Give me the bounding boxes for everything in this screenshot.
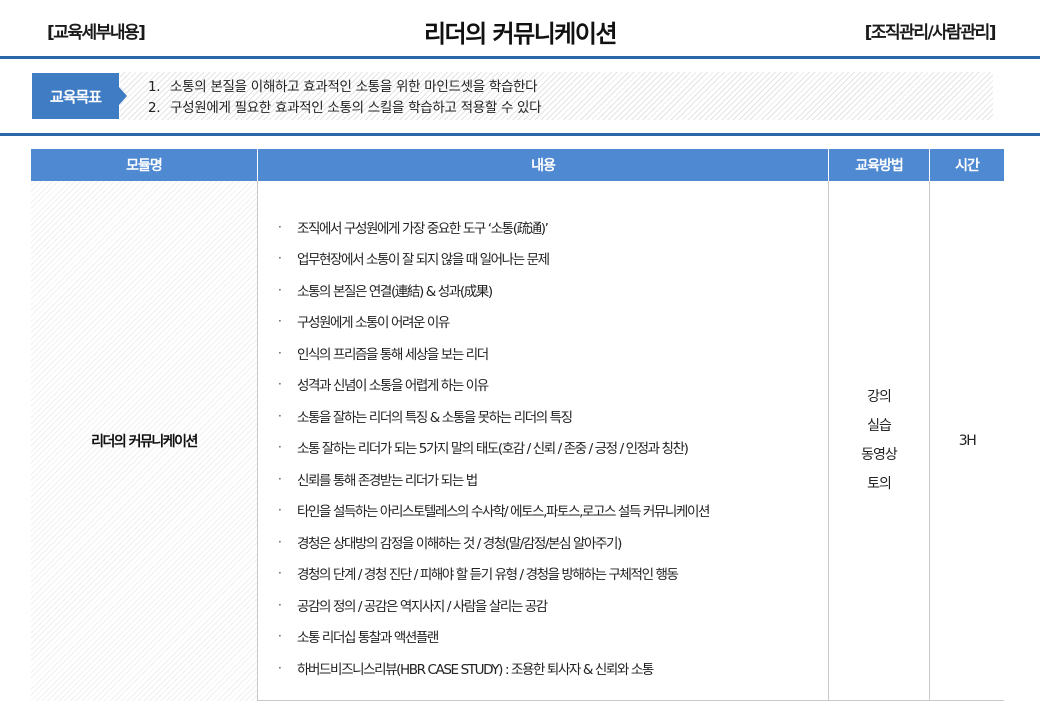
time-cell: 3H xyxy=(929,181,1004,701)
list-item: · 소통을 잘하는 리더의 특징 & 소통을 못하는 리더의 특징 xyxy=(278,400,818,432)
list-item: · 인식의 프리즘을 통해 세상을 보는 리더 xyxy=(278,337,818,369)
content-text: 신뢰를 통해 존경받는 리더가 되는 법 xyxy=(297,472,478,489)
column-header-method: 교육방법 xyxy=(828,149,929,181)
table-row: 리더의 커뮤니케이션 · 조직에서 구성원에게 가장 중요한 도구 ‘소통(疏通)… xyxy=(31,181,1004,701)
content-cell: · 조직에서 구성원에게 가장 중요한 도구 ‘소통(疏通)’ · 업무현장에서 소… xyxy=(257,181,828,701)
content-text: 업무현장에서 소통이 잘 되지 않을 때 일어나는 문제 xyxy=(297,252,550,269)
content-text: 구성원에게 소통이 어려운 이유 xyxy=(297,315,450,332)
content-text: 공감의 정의 / 공감은 역지사지 / 사람을 살리는 공감 xyxy=(297,598,548,615)
list-item: · 경청은 상대방의 감정을 이해하는 것 / 경청(말/감정/본심 알아주기) xyxy=(278,526,818,558)
goal-item-text: 구성원에게 필요한 효과적인 소통의 스킬을 학습하고 적용할 수 있다 xyxy=(170,100,542,116)
bullet-icon: · xyxy=(278,503,282,518)
goal-item-number: 2. xyxy=(148,100,161,116)
method-item: 강의 xyxy=(867,389,892,405)
list-item: · 소통 리더십 통찰과 액션플랜 xyxy=(278,621,818,653)
column-header-module: 모듈명 xyxy=(126,158,163,174)
curriculum-table: 모듈명 내용 교육방법 시간 리더의 커뮤니케이션 · 조직에서 구성원에게 가장… xyxy=(31,149,1004,701)
bullet-icon: · xyxy=(278,219,282,234)
column-header-time: 시간 xyxy=(929,149,1004,181)
bullet-icon: · xyxy=(278,471,282,486)
content-text: 경청은 상대방의 감정을 이해하는 것 / 경청(말/감정/본심 알아주기) xyxy=(297,535,622,552)
module-name-cell: 리더의 커뮤니케이션 xyxy=(31,181,257,701)
goal-list: 1. 소통의 본질을 이해하고 효과적인 소통을 위한 마인드셋을 학습한다 2.… xyxy=(148,77,542,119)
list-item: · 소통의 본질은 연결(連結) & 성과(成果) xyxy=(278,274,818,306)
list-item: · 조직에서 구성원에게 가장 중요한 도구 ‘소통(疏通)’ xyxy=(278,211,818,243)
bullet-icon: · xyxy=(278,377,282,392)
badge-arrow-icon xyxy=(119,87,127,105)
method-item: 실습 xyxy=(867,418,892,434)
bullet-icon: · xyxy=(278,314,282,329)
content-text: 조직에서 구성원에게 가장 중요한 도구 ‘소통(疏通)’ xyxy=(297,220,549,237)
list-item: · 업무현장에서 소통이 잘 되지 않을 때 일어나는 문제 xyxy=(278,243,818,275)
column-header-content: 내용 xyxy=(257,149,828,181)
content-text: 소통 잘하는 리더가 되는 5가지 말의 태도(호감 / 신뢰 / 존중 / 긍… xyxy=(297,441,689,458)
goal-divider xyxy=(0,133,1040,136)
content-text: 소통을 잘하는 리더의 특징 & 소통을 못하는 리더의 특징 xyxy=(297,409,573,426)
goal-item: 1. 소통의 본질을 이해하고 효과적인 소통을 위한 마인드셋을 학습한다 xyxy=(148,77,541,98)
goal-item-text: 소통의 본질을 이해하고 효과적인 소통을 위한 마인드셋을 학습한다 xyxy=(170,79,538,95)
content-text: 성격과 신념이 소통을 어렵게 하는 이유 xyxy=(297,378,489,395)
bullet-icon: · xyxy=(278,660,282,675)
table-header-row: 모듈명 내용 교육방법 시간 xyxy=(31,149,1004,181)
list-item: · 소통 잘하는 리더가 되는 5가지 말의 태도(호감 / 신뢰 / 존중 / … xyxy=(278,432,818,464)
content-text: 소통의 본질은 연결(連結) & 성과(成果) xyxy=(297,283,493,300)
bullet-icon: · xyxy=(278,282,282,297)
goal-section: 교육목표 1. 소통의 본질을 이해하고 효과적인 소통을 위한 마인드셋을 학습… xyxy=(0,59,1040,133)
bullet-icon: · xyxy=(278,566,282,581)
goal-badge: 교육목표 xyxy=(32,73,119,119)
list-item: · 구성원에게 소통이 어려운 이유 xyxy=(278,306,818,338)
content-text: 인식의 프리즘을 통해 세상을 보는 리더 xyxy=(297,346,489,363)
bullet-icon: · xyxy=(278,629,282,644)
content-text: 소통 리더십 통찰과 액션플랜 xyxy=(297,630,439,647)
goal-item-number: 1. xyxy=(148,79,161,95)
list-item: · 신뢰를 통해 존경받는 리더가 되는 법 xyxy=(278,463,818,495)
content-text: 하버드비즈니스리뷰(HBR CASE STUDY) : 조용한 퇴사자 & 신뢰… xyxy=(297,661,654,678)
page-header: [교육세부내용] 리더의 커뮤니케이션 [조직관리/사람관리] xyxy=(0,0,1040,62)
content-text: 경청의 단계 / 경청 진단 / 피해야 할 듣기 유형 / 경청을 방해하는 … xyxy=(297,567,679,584)
list-item: · 성격과 신념이 소통을 어렵게 하는 이유 xyxy=(278,369,818,401)
method-item: 토의 xyxy=(867,476,892,492)
category-tag: [조직관리/사람관리] xyxy=(864,23,997,43)
bullet-icon: · xyxy=(278,597,282,612)
bullet-icon: · xyxy=(278,408,282,423)
list-item: · 하버드비즈니스리뷰(HBR CASE STUDY) : 조용한 퇴사자 & 신… xyxy=(278,652,818,684)
bullet-icon: · xyxy=(278,440,282,455)
goal-item: 2. 구성원에게 필요한 효과적인 소통의 스킬을 학습하고 적용할 수 있다 xyxy=(148,98,542,119)
method-cell: 강의 실습 동영상 토의 xyxy=(828,181,929,701)
bullet-icon: · xyxy=(278,251,282,266)
bullet-icon: · xyxy=(278,345,282,360)
list-item: · 공감의 정의 / 공감은 역지사지 / 사람을 살리는 공감 xyxy=(278,589,818,621)
method-item: 동영상 xyxy=(861,447,898,463)
list-item: · 경청의 단계 / 경청 진단 / 피해야 할 듣기 유형 / 경청을 방해하는… xyxy=(278,558,818,590)
content-text: 타인을 설득하는 아리스토텔레스의 수사학/ 에토스,파토스,로고스 설득 커뮤… xyxy=(297,504,710,521)
list-item: · 타인을 설득하는 아리스토텔레스의 수사학/ 에토스,파토스,로고스 설득 커… xyxy=(278,495,818,527)
content-list: · 조직에서 구성원에게 가장 중요한 도구 ‘소통(疏通)’ · 업무현장에서 소… xyxy=(278,211,818,684)
bullet-icon: · xyxy=(278,534,282,549)
